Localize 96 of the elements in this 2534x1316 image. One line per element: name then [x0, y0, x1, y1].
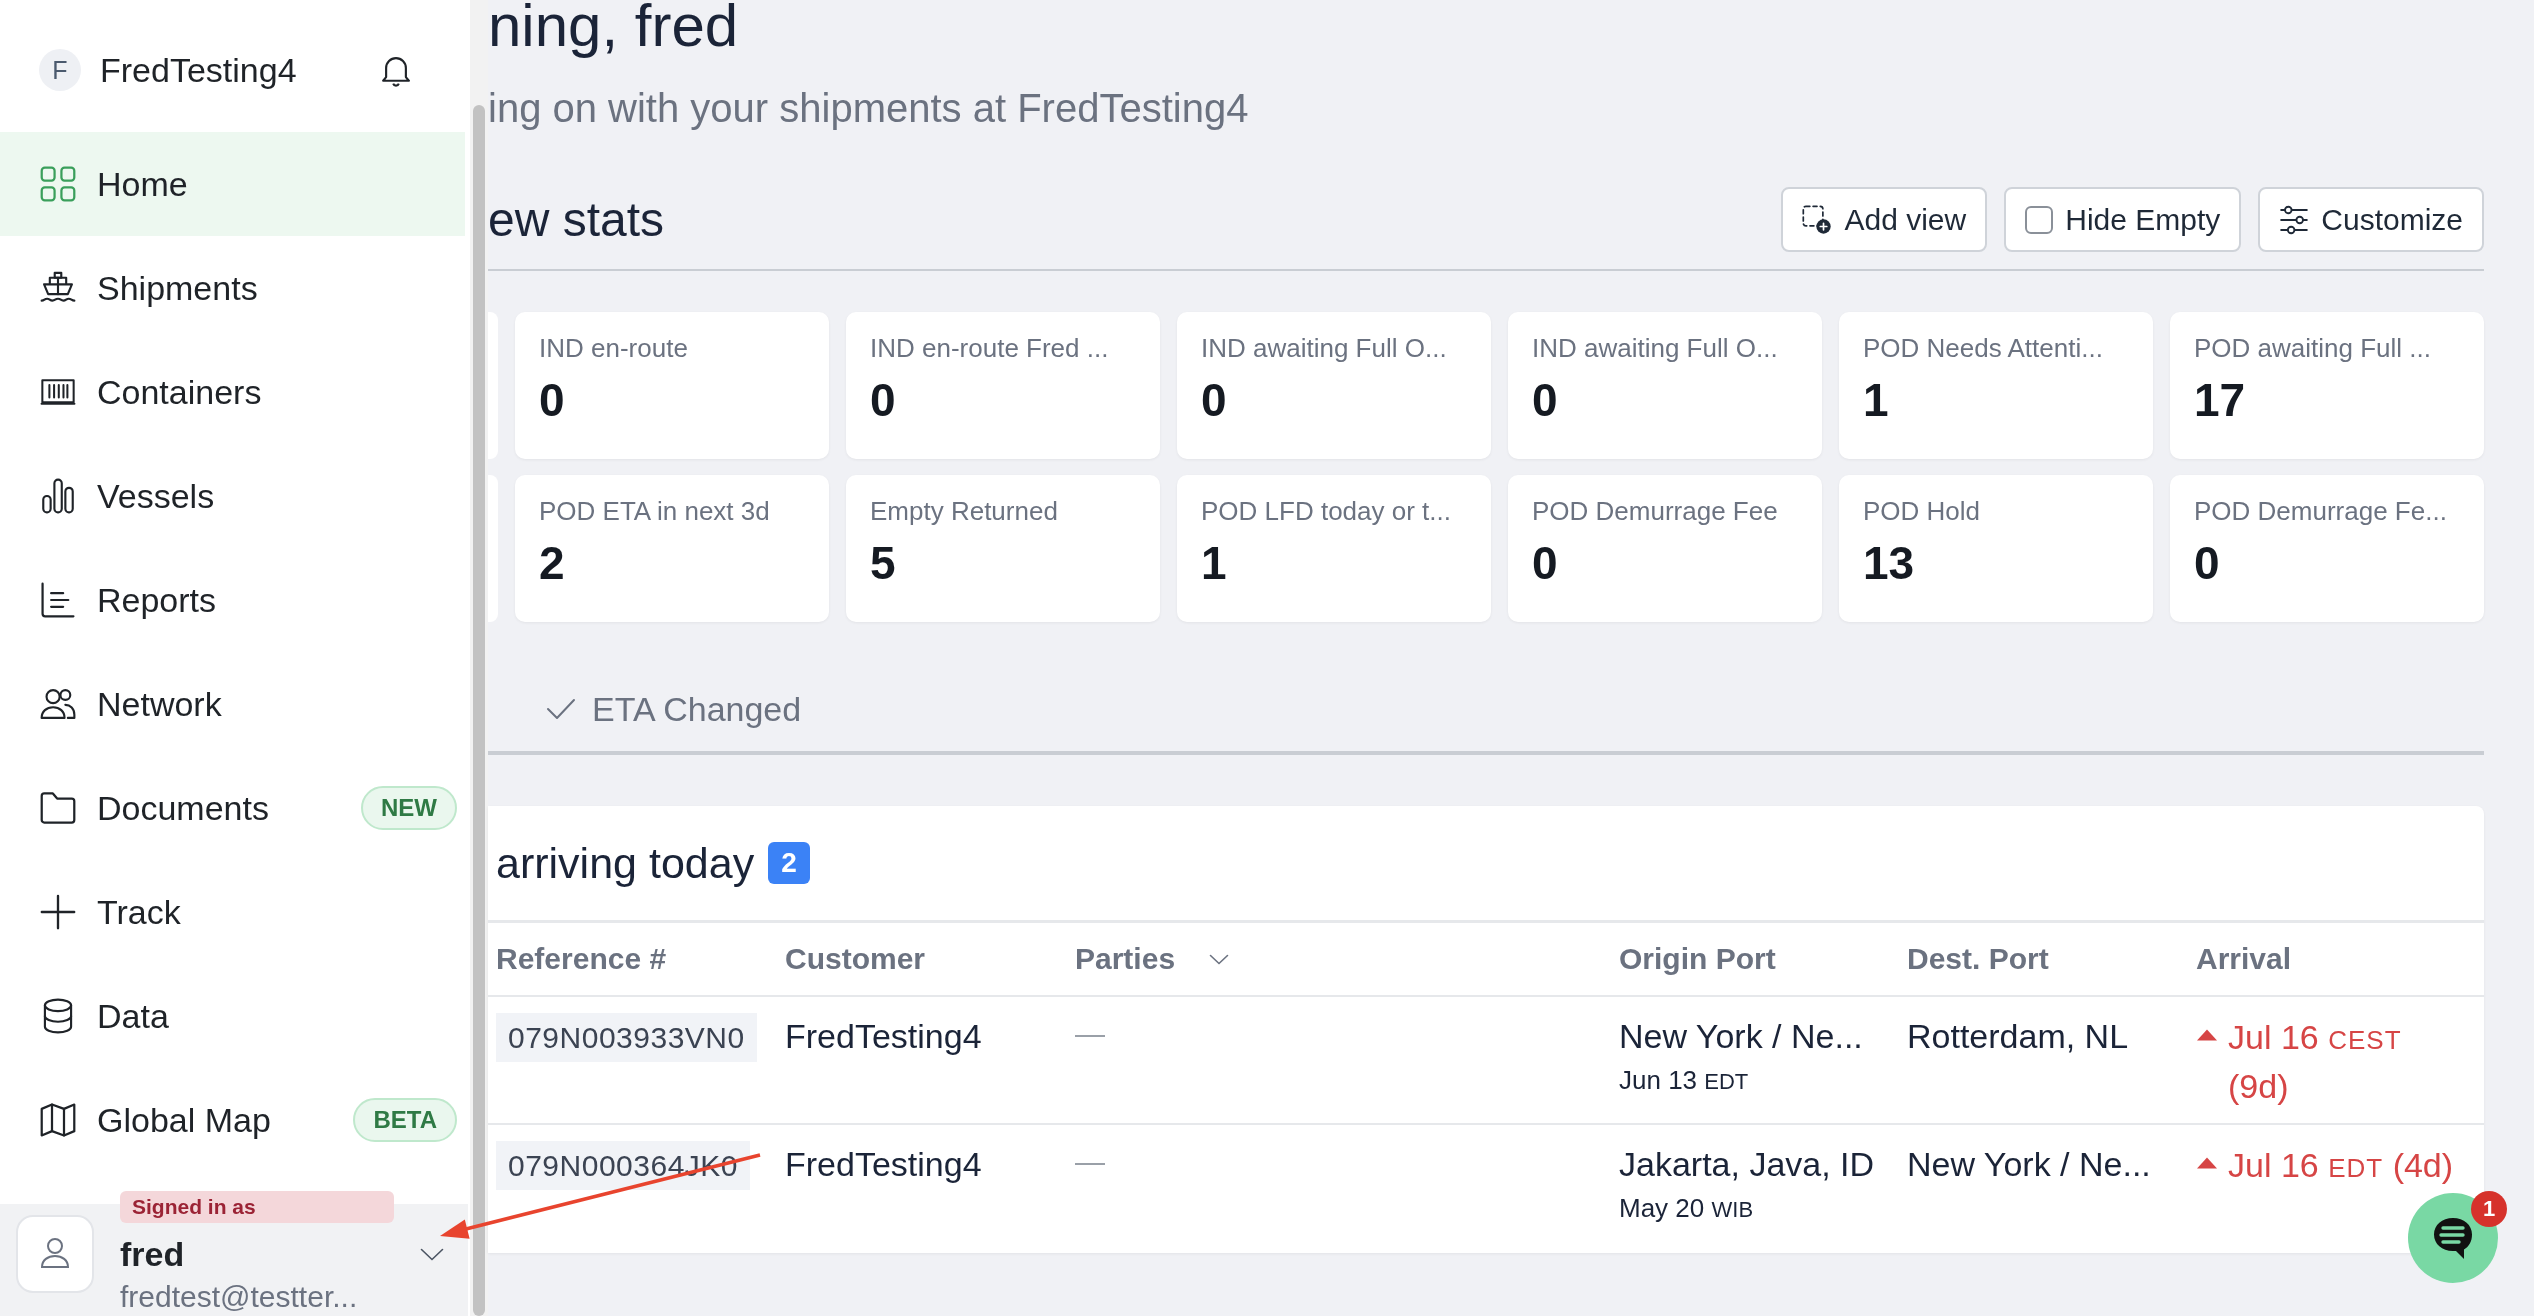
stat-card[interactable]: Empty Returned 5 — [846, 475, 1160, 622]
stat-card[interactable]: POD Demurrage Fee 0 — [1508, 475, 1822, 622]
stat-value: 0 — [1532, 536, 1559, 591]
stat-label: POD Needs Attenti... — [1863, 332, 2104, 364]
stat-label: POD Demurrage Fe... — [2194, 495, 2448, 527]
count-badge: 2 — [768, 842, 811, 884]
nav-item[interactable]: Documents NEW — [0, 756, 465, 860]
report-icon — [40, 582, 76, 618]
stat-label: IND awaiting Full O... — [1532, 332, 1779, 364]
stat-value: 0 — [539, 373, 566, 428]
column-header[interactable]: Reference # — [496, 942, 667, 976]
folder-icon — [40, 790, 76, 826]
org-name: FredTesting4 — [100, 50, 297, 90]
stat-label: POD ETA in next 3d — [539, 495, 771, 527]
panel-title: arriving today — [496, 838, 755, 888]
stat-label: POD Hold — [1863, 495, 1982, 527]
column-header[interactable]: Arrival — [2196, 942, 2292, 976]
stat-label: IND awaiting Full O... — [1201, 332, 1448, 364]
stat-card[interactable]: IND awaiting Full O... 0 — [1508, 312, 1822, 459]
notification-badge: 1 — [2471, 1191, 2507, 1227]
toolbar-button[interactable]: Customize — [2258, 187, 2484, 252]
nav-item[interactable]: Track — [0, 860, 465, 964]
parties-value: — — [1075, 1017, 1105, 1050]
nav-badge: BETA — [353, 1098, 457, 1142]
departure-date: May 20 WIB — [1619, 1192, 1755, 1225]
stat-card[interactable]: POD awaiting Full ... 17 — [2170, 312, 2484, 459]
nav-item[interactable]: Reports — [0, 548, 465, 652]
user-name: fred — [120, 1234, 185, 1274]
origin-port: Jakarta, Java, ID — [1619, 1144, 1876, 1185]
stat-label: Empty Returned — [870, 495, 1059, 527]
page-subtitle: ing on with your shipments at FredTesting4 — [488, 85, 1250, 132]
page-title: ning, fred — [488, 0, 740, 56]
customer-name: FredTesting4 — [785, 1017, 982, 1055]
customer-name: FredTesting4 — [785, 1145, 982, 1183]
arrival-date: Jul 16 EDT (4d) — [2228, 1145, 2455, 1186]
stat-value: 2 — [539, 536, 566, 591]
nav-item[interactable]: Shipments — [0, 236, 465, 340]
stat-value: 1 — [1863, 373, 1890, 428]
nav-item[interactable]: Containers — [0, 340, 465, 444]
nav-item[interactable]: Network — [0, 652, 465, 756]
parties-value: — — [1075, 1145, 1105, 1178]
stat-card[interactable]: POD Needs Attenti... 1 — [1839, 312, 2153, 459]
arrival-date: Jul 16 CEST (9d) — [2228, 1017, 2403, 1107]
stat-label: IND en-route Fred ... — [870, 332, 1110, 364]
chevron-down-icon[interactable] — [1209, 953, 1230, 965]
bar-chart-icon — [40, 478, 76, 514]
column-header[interactable]: Parties — [1075, 942, 1176, 976]
destination-port: Rotterdam, NL — [1907, 1017, 2129, 1055]
stat-card[interactable]: POD Hold 13 — [1839, 475, 2153, 622]
stat-label: POD Demurrage Fee — [1532, 495, 1779, 527]
stat-card[interactable]: IND awaiting Full O... 0 — [1177, 312, 1491, 459]
sliders-icon — [2279, 204, 2310, 235]
nav-item[interactable]: Data — [0, 964, 465, 1068]
add-view-icon — [1802, 204, 1833, 235]
people-icon — [40, 686, 76, 722]
nav-item[interactable]: Vessels — [0, 444, 465, 548]
departure-date: Jun 13 EDT — [1619, 1064, 1750, 1097]
section-heading: ew stats — [488, 192, 665, 247]
stat-value: 5 — [870, 536, 897, 591]
stat-card[interactable]: POD Demurrage Fe... 0 — [2170, 475, 2484, 622]
stat-label: IND en-route — [539, 332, 689, 364]
stat-label: POD LFD today or t... — [1201, 495, 1452, 527]
user-email: fredtest@testter... — [120, 1280, 359, 1314]
plus-icon — [40, 894, 76, 930]
toolbar-button[interactable]: Add view — [1781, 187, 1988, 252]
hide-empty-toggle[interactable]: Hide Empty — [2004, 187, 2242, 252]
up-triangle-icon — [2196, 1157, 2218, 1169]
column-header[interactable]: Customer — [785, 942, 926, 976]
stat-value: 0 — [1201, 373, 1228, 428]
stat-card[interactable]: POD ETA in next 3d 2 — [515, 475, 829, 622]
signed-in-label: Signed in as — [120, 1191, 394, 1223]
stat-value: 0 — [870, 373, 897, 428]
destination-port: New York / Ne... — [1907, 1145, 2151, 1183]
stat-card[interactable]: POD LFD today or t... 1 — [1177, 475, 1491, 622]
nav-item[interactable]: Home — [0, 132, 465, 236]
map-icon — [40, 1102, 76, 1138]
column-header[interactable]: Origin Port — [1619, 942, 1776, 976]
grid-icon — [40, 166, 76, 202]
origin-port: New York / Ne... — [1619, 1016, 1864, 1057]
stat-value: 1 — [1201, 536, 1228, 591]
stat-value: 13 — [1863, 536, 1916, 591]
avatar-icon[interactable] — [16, 1215, 94, 1293]
nav-badge: NEW — [361, 786, 457, 830]
stat-card[interactable]: IND en-route Fred ... 0 — [846, 312, 1160, 459]
nav-item[interactable]: Global Map BETA — [0, 1068, 465, 1172]
reference-chip[interactable]: 079N003933VN0 — [496, 1013, 757, 1062]
stat-label: POD awaiting Full ... — [2194, 332, 2432, 364]
stat-value: 0 — [1532, 373, 1559, 428]
filter-tab[interactable]: ETA Changed — [546, 687, 802, 731]
stat-card[interactable]: IND en-route 0 — [515, 312, 829, 459]
up-triangle-icon — [2196, 1029, 2218, 1041]
stat-value: 17 — [2194, 373, 2247, 428]
stat-value: 0 — [2194, 536, 2221, 591]
chevron-down-icon[interactable] — [420, 1247, 444, 1261]
column-header[interactable]: Dest. Port — [1907, 942, 2049, 976]
org-avatar: F — [39, 49, 81, 91]
